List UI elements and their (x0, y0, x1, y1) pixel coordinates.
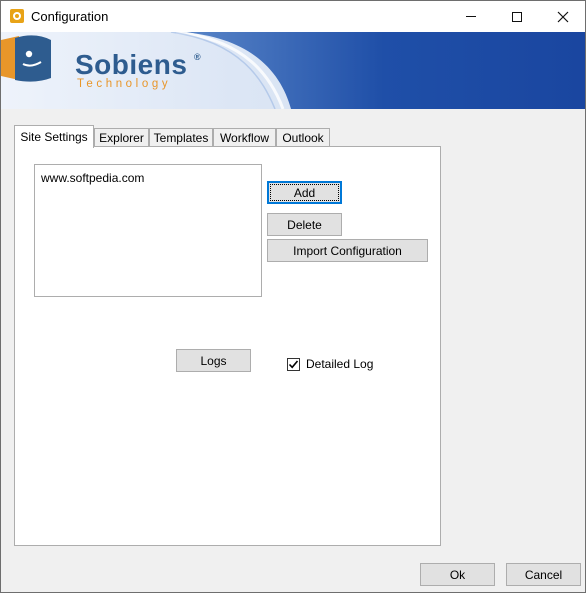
list-item[interactable]: www.softpedia.com (41, 171, 144, 185)
close-icon (557, 11, 569, 22)
detailed-log-checkbox[interactable] (287, 357, 300, 371)
delete-button[interactable]: Delete (267, 213, 342, 236)
cancel-button[interactable]: Cancel (506, 563, 581, 586)
maximize-button[interactable] (494, 1, 540, 32)
add-button-label: Add (293, 185, 316, 200)
detailed-log-option[interactable]: Detailed Log (287, 357, 373, 371)
add-button[interactable]: Add (267, 181, 342, 204)
brand-subtitle: Technology (77, 78, 172, 90)
close-button[interactable] (540, 1, 586, 32)
title-bar[interactable]: Configuration (1, 1, 585, 32)
header-banner: Sobiens ® Technology (1, 32, 585, 109)
sobiens-logo-icon (1, 35, 51, 82)
brand-registered-mark: ® (194, 52, 201, 62)
site-settings-panel: www.softpedia.com Add Delete Import Conf… (14, 146, 441, 546)
import-configuration-button[interactable]: Import Configuration (267, 239, 428, 262)
brand-name: Sobiens (75, 49, 188, 80)
sites-listbox[interactable]: www.softpedia.com (34, 164, 262, 297)
configuration-window: Configuration Sobiens ® Technology Site … (0, 0, 586, 593)
ok-button[interactable]: Ok (420, 563, 495, 586)
tab-explorer[interactable]: Explorer (94, 128, 149, 147)
minimize-button[interactable] (448, 1, 494, 32)
logs-button[interactable]: Logs (176, 349, 251, 372)
tab-workflow[interactable]: Workflow (213, 128, 276, 147)
checkmark-icon (288, 359, 299, 368)
window-title: Configuration (31, 9, 109, 24)
tab-templates[interactable]: Templates (149, 128, 213, 147)
minimize-icon (466, 16, 476, 17)
outlook-app-icon (10, 9, 24, 23)
maximize-icon (512, 11, 522, 22)
tab-site-settings[interactable]: Site Settings (14, 125, 94, 148)
detailed-log-label: Detailed Log (306, 357, 374, 371)
tab-outlook[interactable]: Outlook (276, 128, 330, 147)
